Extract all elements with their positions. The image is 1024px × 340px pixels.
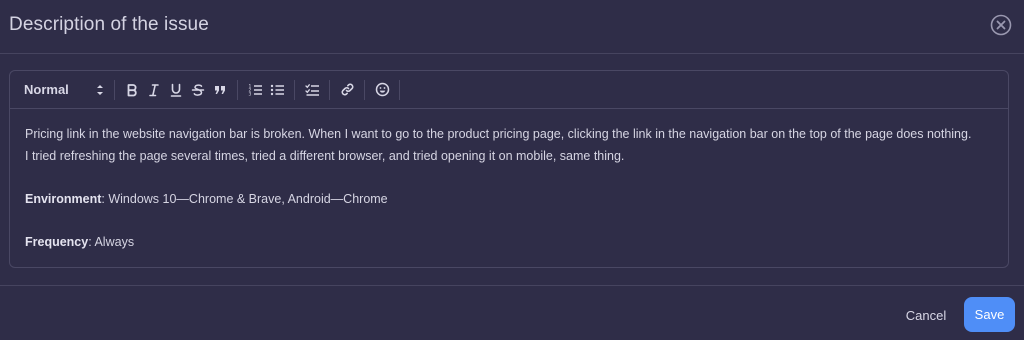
text-format-value: Normal — [24, 82, 69, 97]
environment-label: Environment — [25, 192, 102, 206]
bold-icon[interactable] — [121, 79, 143, 101]
description-line: Pricing link in the website navigation b… — [25, 127, 972, 141]
strikethrough-icon[interactable] — [187, 79, 209, 101]
rich-text-editor: Normal 123 Pricing link in the website n… — [9, 70, 1009, 268]
select-caret-icon — [97, 84, 103, 95]
footer-divider — [0, 285, 1024, 286]
cancel-button[interactable]: Cancel — [893, 302, 959, 328]
toolbar-divider — [114, 79, 115, 100]
frequency-line: Frequency: Always — [25, 231, 1000, 253]
ordered-list-icon[interactable]: 123 — [244, 79, 266, 101]
toolbar-divider — [329, 79, 330, 100]
environment-value: : Windows 10—Chrome & Brave, Android—Chr… — [101, 192, 388, 206]
italic-icon[interactable] — [143, 79, 165, 101]
environment-line: Environment: Windows 10—Chrome & Brave, … — [25, 188, 1000, 210]
frequency-value: : Always — [88, 235, 135, 249]
toolbar-divider — [237, 79, 238, 100]
link-icon[interactable] — [336, 79, 358, 101]
close-icon[interactable] — [990, 14, 1012, 36]
save-button[interactable]: Save — [964, 297, 1015, 332]
underline-icon[interactable] — [165, 79, 187, 101]
editor-content[interactable]: Pricing link in the website navigation b… — [25, 123, 1000, 253]
checklist-icon[interactable] — [301, 79, 323, 101]
issue-description-modal: Description of the issue Normal 1 2 3 Pr… — [0, 0, 1024, 340]
modal-header: Description of the issue — [0, 0, 1024, 54]
modal-title: Description of the issue — [9, 14, 209, 35]
toolbar-divider — [294, 79, 295, 100]
svg-text:3: 3 — [248, 91, 251, 97]
editor-toolbar: Normal 123 — [10, 71, 1008, 109]
toolbar-divider — [399, 79, 400, 100]
bullet-list-icon[interactable] — [266, 79, 288, 101]
description-line: I tried refreshing the page several time… — [25, 149, 625, 163]
frequency-label: Frequency — [25, 235, 89, 249]
emoji-icon[interactable] — [371, 79, 393, 101]
toolbar-divider — [364, 79, 365, 100]
quote-icon[interactable] — [209, 79, 231, 101]
text-format-select[interactable]: Normal — [24, 79, 108, 101]
